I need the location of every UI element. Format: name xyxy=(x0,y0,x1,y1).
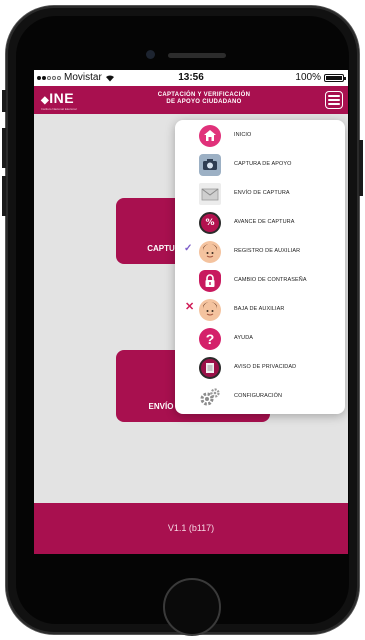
home-icon xyxy=(199,125,221,147)
battery-percent: 100% xyxy=(295,72,321,83)
app-title-line1: CAPTACIÓN Y VERIFICACIÓN xyxy=(157,92,251,98)
menu-item-label: CAPTURA DE APOYO xyxy=(234,161,292,167)
menu-item-envio-de-captura[interactable]: ENVÍO DE CAPTURA xyxy=(175,181,345,207)
power-button xyxy=(359,140,363,196)
app-title: CAPTACIÓN Y VERIFICACIÓN DE APOYO CIUDAD… xyxy=(134,92,274,106)
menu-item-inicio[interactable]: INICIO xyxy=(175,123,345,149)
status-bar: Movistar 13:56 100% xyxy=(34,70,348,86)
menu-item-registro-de-auxiliar[interactable]: ✓ REGISTRO DE AUXILIAR xyxy=(175,239,345,265)
hamburger-icon xyxy=(328,95,340,97)
gears-icon xyxy=(199,386,221,408)
menu-item-baja-de-auxiliar[interactable]: ✕ BAJA DE AUXILIAR xyxy=(175,297,345,323)
check-icon: ✓ xyxy=(184,243,193,254)
app-title-line2: DE APOYO CIUDADANO xyxy=(166,99,242,105)
menu-item-label: AVANCE DE CAPTURA xyxy=(234,219,295,225)
add-assistant-icon xyxy=(199,241,221,263)
volume-up-button xyxy=(2,128,6,168)
menu-item-label: CAMBIO DE CONTRASEÑA xyxy=(234,277,307,283)
version-text: V1.1 (b117) xyxy=(167,523,215,533)
navigation-menu: INICIO CAPTURA DE APOYO ENVÍO DE CAPTURA… xyxy=(175,120,345,414)
hamburger-menu-button[interactable] xyxy=(325,91,343,109)
front-camera xyxy=(146,50,155,59)
earpiece-speaker xyxy=(168,53,226,58)
menu-item-label: AVISO DE PRIVACIDAD xyxy=(234,364,297,370)
menu-item-label: BAJA DE AUXILIAR xyxy=(234,306,285,312)
app-header: ◆INE Instituto Nacional Electoral CAPTAC… xyxy=(34,86,348,114)
menu-item-label: INICIO xyxy=(234,132,252,138)
menu-item-configuracion[interactable]: CONFIGURACIÓN xyxy=(175,384,345,410)
lock-icon xyxy=(199,270,221,292)
camera-id-icon xyxy=(199,154,221,176)
menu-item-label: ENVÍO DE CAPTURA xyxy=(234,190,290,196)
ine-logo: ◆INE Instituto Nacional Electoral xyxy=(41,90,77,111)
percent-icon: % xyxy=(199,212,221,234)
volume-down-button xyxy=(2,176,6,216)
menu-item-label: REGISTRO DE AUXILIAR xyxy=(234,248,301,254)
envelope-icon xyxy=(199,183,221,205)
home-button[interactable] xyxy=(163,578,221,636)
help-icon: ? xyxy=(199,328,221,350)
battery-icon xyxy=(324,73,346,82)
remove-assistant-icon xyxy=(199,299,221,321)
menu-item-avance-de-captura[interactable]: % AVANCE DE CAPTURA xyxy=(175,210,345,236)
app-screen: Movistar 13:56 100% ◆INE Instituto Nacio… xyxy=(34,70,348,554)
menu-item-label: CONFIGURACIÓN xyxy=(234,393,283,399)
menu-item-cambio-de-contrasena[interactable]: CAMBIO DE CONTRASEÑA xyxy=(175,268,345,294)
logo-subtext: Instituto Nacional Electoral xyxy=(41,107,77,111)
menu-item-ayuda[interactable]: ? AYUDA xyxy=(175,326,345,352)
battery-status: 100% xyxy=(295,72,346,83)
menu-item-captura-de-apoyo[interactable]: CAPTURA DE APOYO xyxy=(175,152,345,178)
privacy-document-icon xyxy=(199,357,221,379)
menu-item-aviso-de-privacidad[interactable]: AVISO DE PRIVACIDAD xyxy=(175,355,345,381)
version-footer: V1.1 (b117) xyxy=(34,503,348,554)
logo-text: ◆INE xyxy=(41,90,75,106)
menu-item-label: AYUDA xyxy=(234,335,254,341)
remove-x-icon: ✕ xyxy=(185,301,195,313)
mute-switch xyxy=(2,90,6,112)
